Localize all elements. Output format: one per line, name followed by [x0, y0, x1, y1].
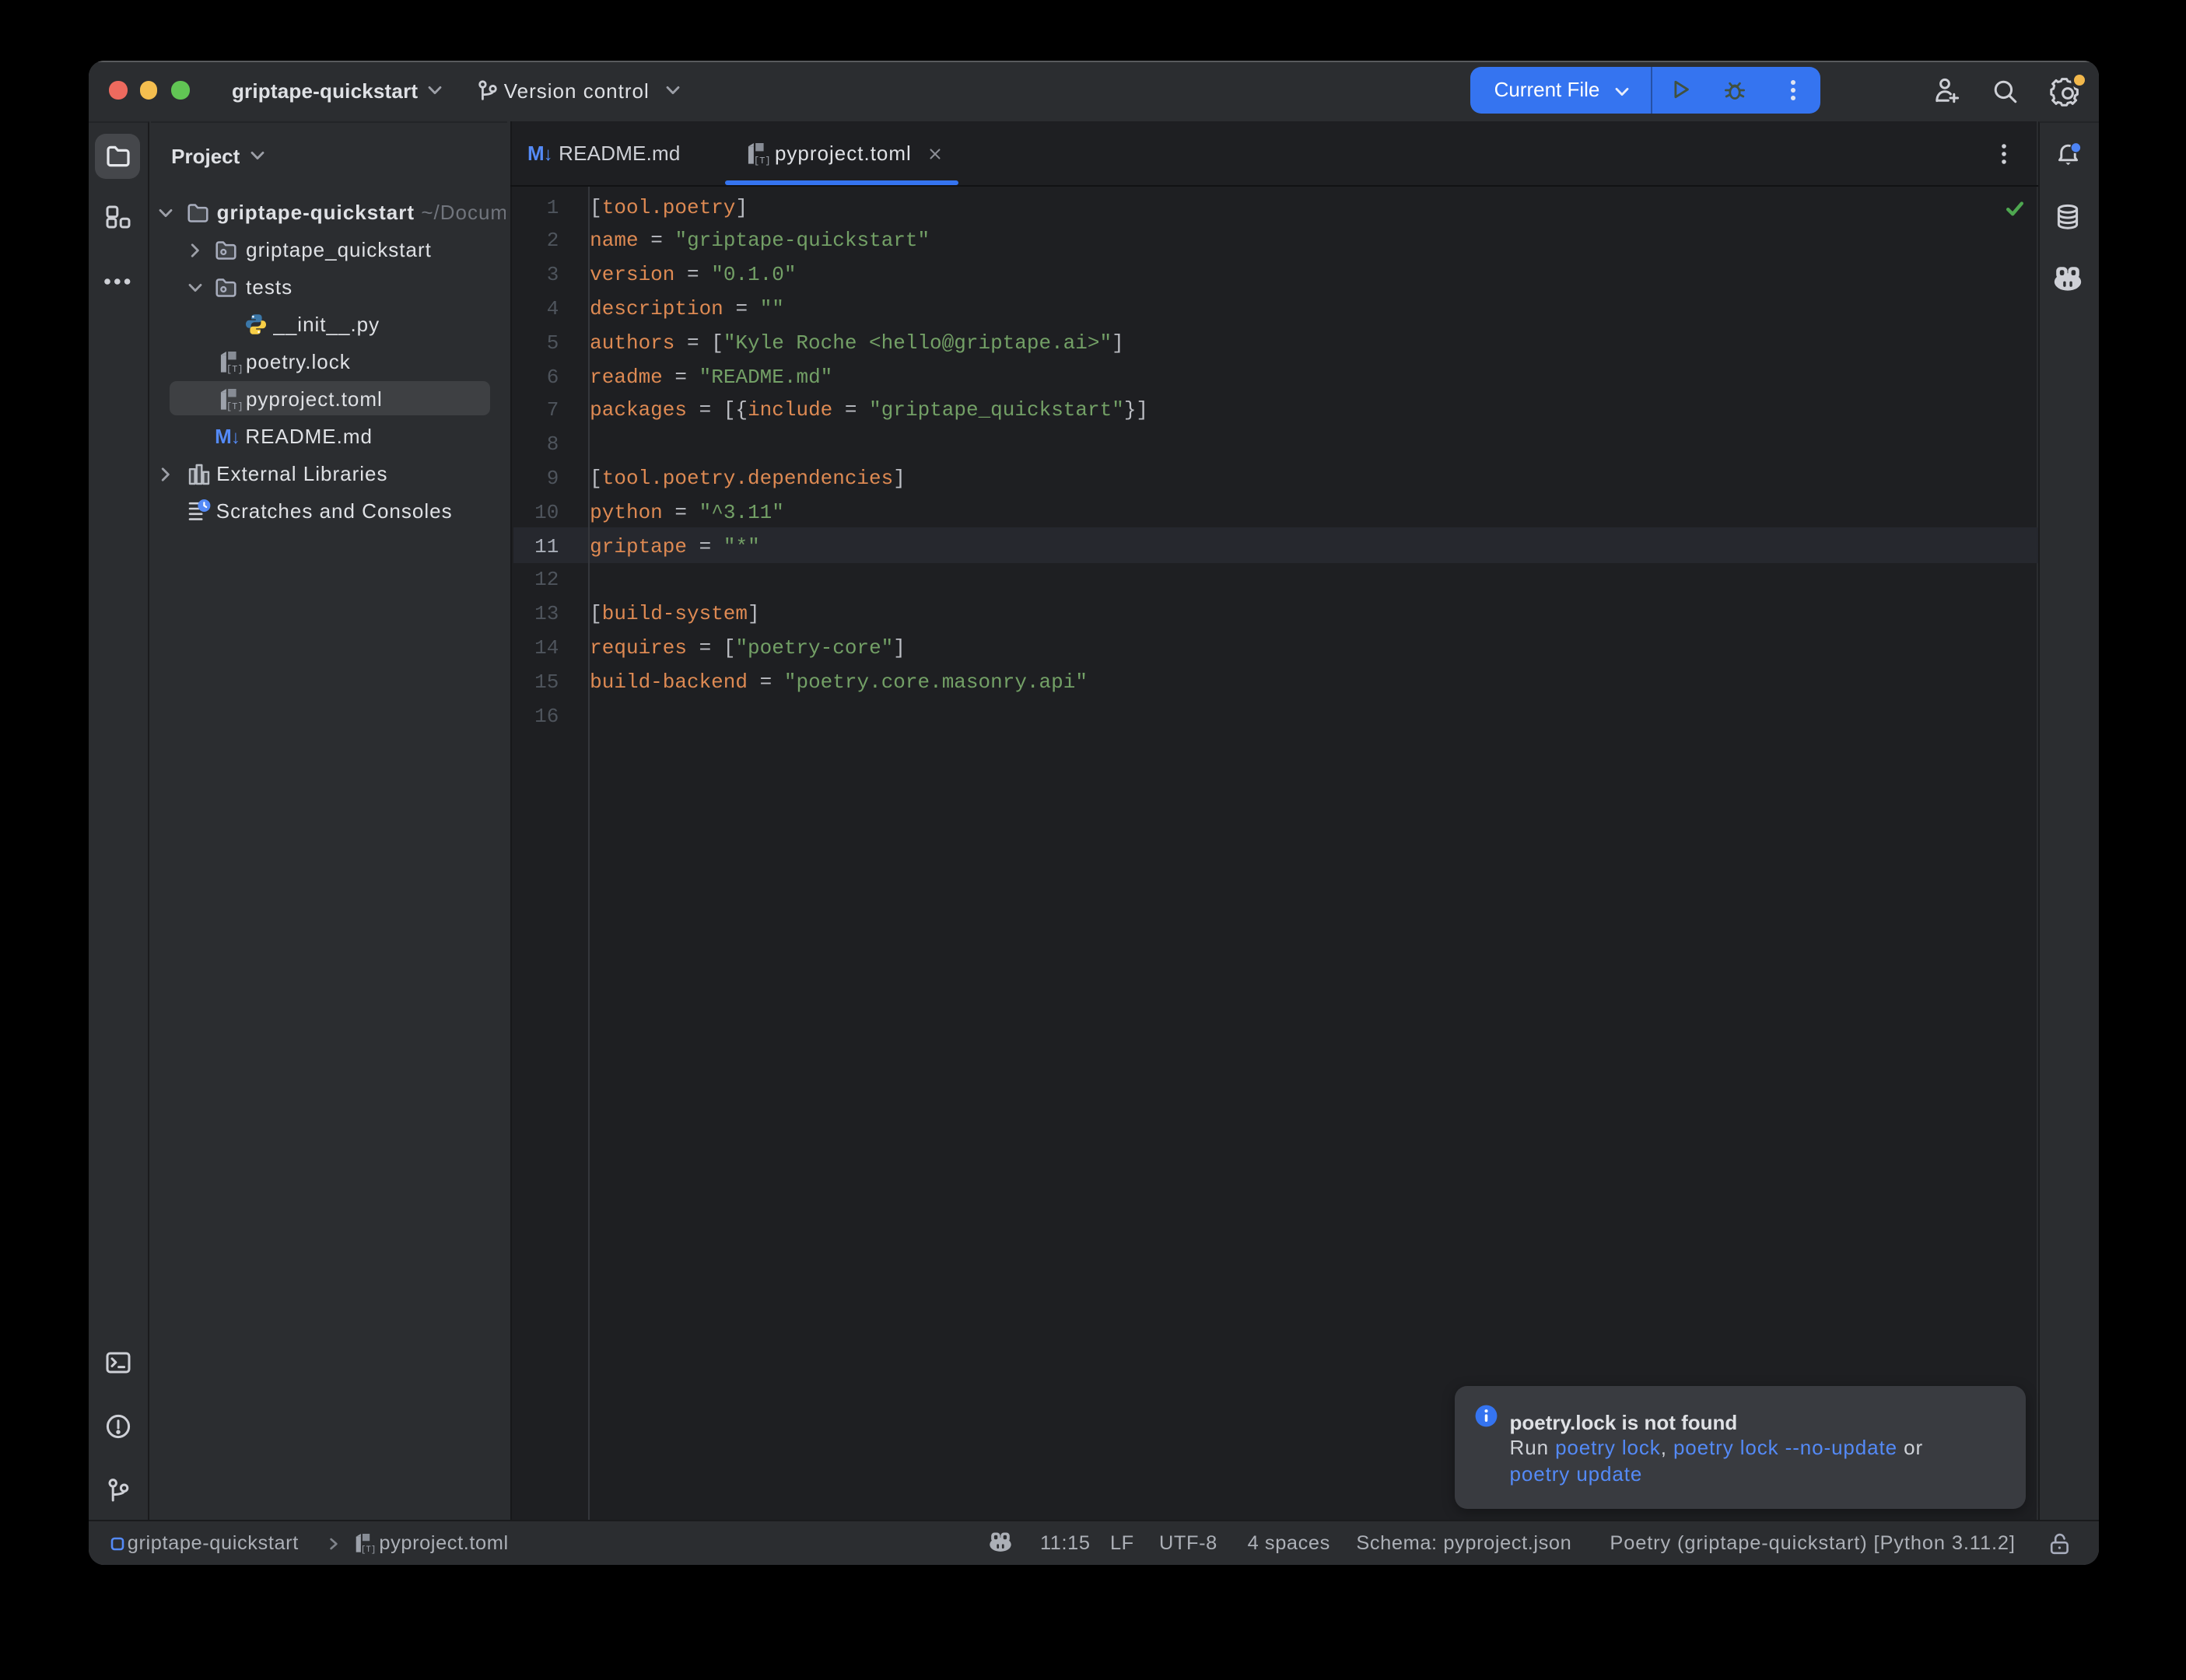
svg-text:[T]: [T]	[360, 1545, 375, 1555]
svg-text:[T]: [T]	[226, 401, 243, 411]
svg-text:[T]: [T]	[754, 155, 771, 166]
svg-text:[T]: [T]	[226, 363, 243, 374]
